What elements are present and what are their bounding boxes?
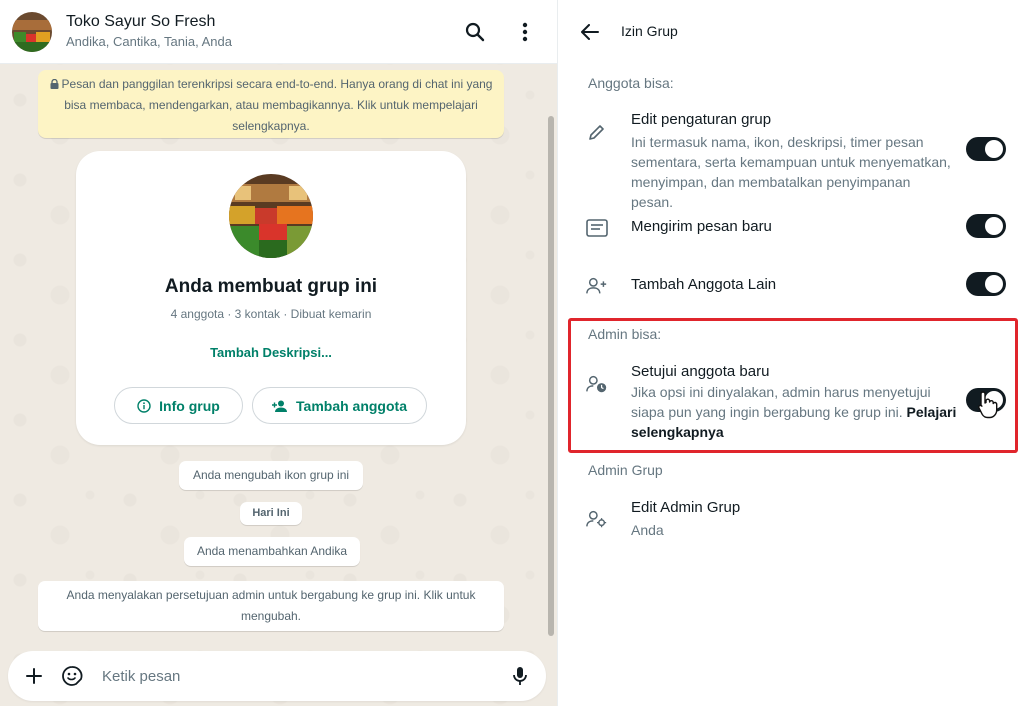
system-message: Anda menambahkan Andika	[184, 537, 360, 566]
permission-title: Tambah Anggota Lain	[631, 276, 777, 293]
hand-cursor-icon	[978, 391, 998, 419]
date-divider: Hari Ini	[240, 502, 302, 525]
toggle-send-messages[interactable]	[966, 214, 1006, 238]
edit-group-admins[interactable]: Edit Admin Grup Anda	[558, 496, 1024, 540]
lock-icon	[50, 78, 59, 89]
permission-desc: Ini termasuk nama, ikon, deskripsi, time…	[631, 134, 951, 210]
toggle-add-members[interactable]	[966, 272, 1006, 296]
permission-title: Mengirim pesan baru	[631, 218, 772, 235]
message-composer: Ketik pesan	[8, 651, 546, 701]
card-meta: 4 anggota · 3 kontak · Dibuat kemarin	[170, 307, 372, 321]
add-member-button[interactable]: Tambah anggota	[252, 387, 427, 424]
group-permissions-panel: Izin Grup Anggota bisa: Edit pengaturan …	[557, 0, 1024, 706]
group-admins-label: Admin Grup	[588, 462, 663, 478]
permission-send-messages[interactable]: Mengirim pesan baru	[558, 212, 1024, 242]
system-message-approval[interactable]: Anda menyalakan persetujuan admin untuk …	[38, 581, 504, 631]
add-member-icon	[586, 275, 608, 297]
group-info-label: Info grup	[159, 397, 220, 414]
pencil-icon	[586, 121, 608, 143]
permission-title: Edit pengaturan grup	[631, 111, 772, 128]
microphone-icon[interactable]	[504, 660, 536, 692]
toggle-edit-settings[interactable]	[966, 137, 1006, 161]
info-icon	[137, 398, 151, 413]
back-arrow-icon[interactable]	[578, 20, 602, 44]
add-description-link[interactable]: Tambah Deskripsi...	[76, 345, 466, 360]
encryption-notice[interactable]: Pesan dan panggilan terenkripsi secara e…	[38, 70, 504, 138]
group-created-card: Anda membuat grup ini 4 anggota · 3 kont…	[76, 151, 466, 445]
sticker-icon[interactable]	[56, 660, 88, 692]
attach-plus-icon[interactable]	[18, 660, 50, 692]
panel-title: Izin Grup	[621, 23, 678, 39]
add-member-label: Tambah anggota	[296, 397, 407, 414]
highlight-box	[568, 318, 1018, 453]
members-can-label: Anggota bisa:	[588, 75, 674, 91]
group-photo[interactable]	[229, 174, 313, 258]
chat-title: Toko Sayur So Fresh	[66, 13, 216, 30]
card-heading: Anda membuat grup ini	[164, 276, 378, 297]
edit-admin-value: Anda	[631, 522, 664, 538]
system-message: Anda mengubah ikon grup ini	[179, 461, 363, 490]
add-person-icon	[272, 400, 288, 412]
menu-dots-icon[interactable]	[505, 12, 545, 52]
message-icon	[586, 217, 608, 239]
group-info-button[interactable]: Info grup	[114, 387, 243, 424]
chat-scrollbar[interactable]	[548, 116, 554, 636]
search-icon[interactable]	[455, 12, 495, 52]
permission-add-members[interactable]: Tambah Anggota Lain	[558, 270, 1024, 300]
encryption-notice-text: Pesan dan panggilan terenkripsi secara e…	[61, 77, 493, 133]
admin-settings-icon	[586, 508, 608, 530]
chat-members: Andika, Cantika, Tania, Anda	[66, 34, 232, 49]
edit-admin-title: Edit Admin Grup	[631, 499, 741, 516]
permission-edit-settings[interactable]: Edit pengaturan grup Ini termasuk nama, …	[558, 108, 1024, 210]
chat-panel: Toko Sayur So Fresh Andika, Cantika, Tan…	[0, 0, 557, 706]
message-input[interactable]: Ketik pesan	[102, 668, 504, 685]
group-avatar[interactable]	[12, 11, 52, 52]
chat-header[interactable]: Toko Sayur So Fresh Andika, Cantika, Tan…	[0, 0, 557, 64]
